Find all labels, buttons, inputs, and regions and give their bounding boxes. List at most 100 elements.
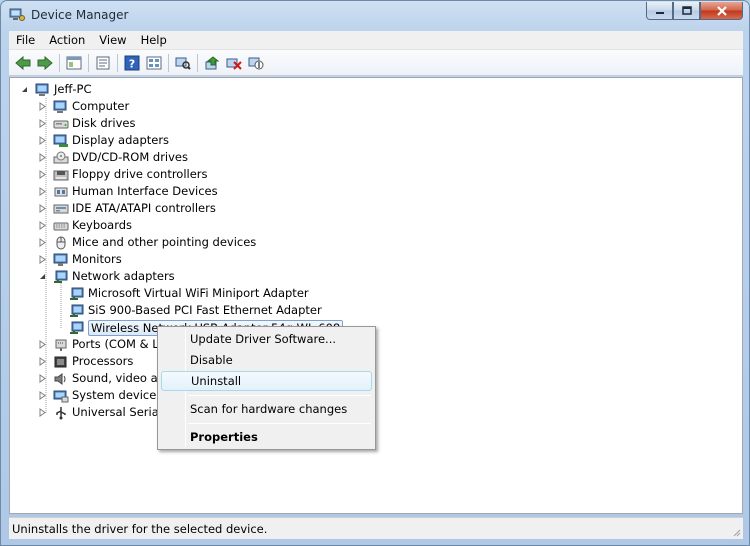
dvd-drive-icon [53,151,69,163]
close-button[interactable] [700,2,743,20]
menu-bar: File Action View Help [9,31,743,50]
device-manager-app-icon [9,8,25,21]
tree-category-system-devices[interactable]: System devices [38,387,162,404]
close-icon [716,5,727,16]
toolbar-separator [168,53,169,72]
tree-root-jeff-pc[interactable]: Jeff-PC [20,81,92,98]
collapsed-arrow-icon[interactable] [38,221,47,230]
computer-icon [35,83,49,96]
uninstall-icon [226,58,242,70]
port-icon [55,339,67,351]
context-menu-separator [188,395,371,396]
back-button[interactable] [13,53,33,73]
context-menu: Update Driver Software... Disable Uninst… [157,326,376,450]
tree-label: Human Interface Devices [72,184,218,198]
menu-item-update-driver[interactable]: Update Driver Software... [161,329,372,349]
forward-button[interactable] [35,53,55,73]
tree-label: Disk drives [72,116,136,130]
tree-category-ide-ata-atapi-controllers[interactable]: IDE ATA/ATAPI controllers [38,200,216,217]
collapsed-arrow-icon[interactable] [38,391,47,400]
view-icon [146,56,162,69]
expanded-arrow-icon[interactable] [20,85,29,94]
toolbar-separator [88,53,89,72]
tree-label: Network adapters [72,269,175,283]
forward-icon [37,55,53,70]
menu-view[interactable]: View [92,31,133,50]
tree-category-network-adapters[interactable]: Network adapters [38,268,175,285]
menu-item-scan-hardware[interactable]: Scan for hardware changes [161,399,372,419]
tree-item-sis-ethernet-adapter[interactable]: SiS 900-Based PCI Fast Ethernet Adapter [69,302,322,319]
minimize-icon [655,11,664,14]
scan-hardware-button[interactable] [173,53,193,73]
resize-grip-icon[interactable] [731,527,741,537]
menu-item-properties[interactable]: Properties [161,427,372,447]
minimize-button[interactable] [646,2,673,20]
context-menu-separator [188,423,371,424]
help-icon: ? [124,55,140,70]
tree-category-floppy-drive-controllers[interactable]: Floppy drive controllers [38,166,208,183]
collapsed-arrow-icon[interactable] [38,255,47,264]
back-icon [15,55,31,70]
console-tree-icon [66,56,82,69]
toolbar-separator [197,53,198,72]
collapsed-arrow-icon[interactable] [38,238,47,247]
tree-category-disk-drives[interactable]: Disk drives [38,115,135,132]
tree-label: Floppy drive controllers [72,167,208,181]
tree-category-human-interface-devices[interactable]: Human Interface Devices [38,183,218,200]
update-driver-button[interactable] [202,53,222,73]
collapsed-arrow-icon[interactable] [38,119,47,128]
show-hide-console-tree-button[interactable] [64,53,84,73]
tree-label: IDE ATA/ATAPI controllers [72,201,216,215]
collapsed-arrow-icon[interactable] [38,187,47,196]
network-adapter-icon [70,321,84,334]
expanded-arrow-icon[interactable] [38,272,47,281]
computer-icon [53,100,67,113]
tree-category-keyboards[interactable]: Keyboards [38,217,132,234]
usb-icon [56,406,66,419]
collapsed-arrow-icon[interactable] [38,357,47,366]
collapsed-arrow-icon[interactable] [38,408,47,417]
menu-help[interactable]: Help [134,31,174,50]
properties-button[interactable] [93,53,113,73]
caption-buttons [646,2,743,20]
title-bar[interactable]: Device Manager [1,1,749,31]
status-bar: Uninstalls the driver for the selected d… [9,517,743,539]
tree-category-dvd-cd-rom-drives[interactable]: DVD/CD-ROM drives [38,149,188,166]
menu-item-uninstall[interactable]: Uninstall [161,371,372,391]
tree-label: DVD/CD-ROM drives [72,150,188,164]
help-button[interactable]: ? [122,53,142,73]
mouse-icon [56,236,66,249]
tree-label: SiS 900-Based PCI Fast Ethernet Adapter [88,303,322,317]
properties-icon [96,56,110,69]
tree-category-display-adapters[interactable]: Display adapters [38,132,169,149]
disable-button[interactable] [246,53,266,73]
menu-action[interactable]: Action [42,31,92,50]
uninstall-button[interactable] [224,53,244,73]
collapsed-arrow-icon[interactable] [38,204,47,213]
collapsed-arrow-icon[interactable] [38,136,47,145]
network-adapter-icon [54,270,68,283]
collapsed-arrow-icon[interactable] [38,102,47,111]
view-button[interactable] [144,53,164,73]
tree-category-processors[interactable]: Processors [38,353,133,370]
collapsed-arrow-icon[interactable] [38,340,47,349]
collapsed-arrow-icon[interactable] [38,153,47,162]
collapsed-arrow-icon[interactable] [38,170,47,179]
toolbar: ? [9,50,743,76]
menu-file[interactable]: File [9,31,42,50]
tree-label: Processors [72,354,134,368]
tree-item-virtual-wifi-adapter[interactable]: Microsoft Virtual WiFi Miniport Adapter [69,285,309,302]
tree-label: Microsoft Virtual WiFi Miniport Adapter [88,286,309,300]
network-adapter-icon [70,304,84,317]
monitor-icon [53,253,68,266]
tree-category-computer[interactable]: Computer [38,98,129,115]
device-tree[interactable]: Jeff-PC Computer Disk drives Display adapt… [9,77,743,514]
menu-item-disable[interactable]: Disable [161,350,372,370]
maximize-button[interactable] [673,2,700,20]
tree-category-monitors[interactable]: Monitors [38,251,122,268]
tree-label: System devices [72,388,163,402]
toolbar-separator [59,53,60,72]
hid-icon [54,187,68,196]
tree-category-mice-and-other-pointing-devices[interactable]: Mice and other pointing devices [38,234,256,251]
collapsed-arrow-icon[interactable] [38,374,47,383]
